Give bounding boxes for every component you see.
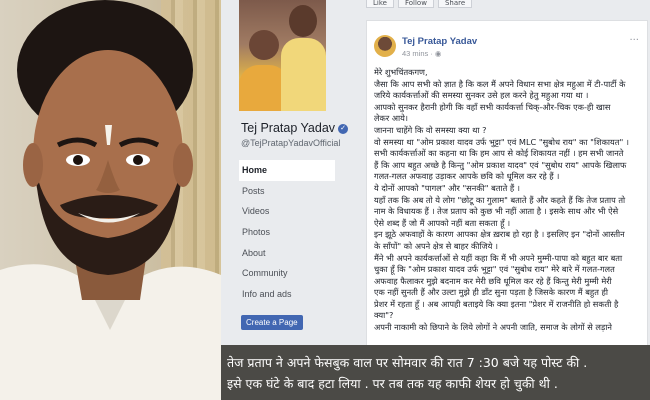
post-line: जानना चाहेंगे कि वो समस्या क्या था ? [374, 124, 487, 135]
news-caption: तेज प्रताप ने अपने फेसबुक वाल पर सोमवार … [221, 345, 650, 400]
post-line: जैसा कि आप सभी को ज्ञात है कि कल मैं अपन… [374, 78, 626, 89]
post-line: इन झूठे अफवाहों के कारण आपका क्षेत्र ख़र… [374, 229, 625, 240]
page-title[interactable]: Tej Pratap Yadav ✓ [241, 121, 349, 135]
post-line: चुका हूँ कि "ओम प्रकाश यादव उर्फ भुट्टा"… [374, 264, 615, 275]
portrait-photo [0, 0, 221, 400]
post-line: क्या"? [374, 310, 394, 321]
post-line: नाम के विधायक हैं । तेज प्रताप को कुछ भी… [374, 206, 619, 217]
share-button[interactable]: Share [437, 0, 473, 8]
more-options-icon[interactable]: ··· [629, 35, 639, 46]
post-line: गलत-गलत अफवाह उड़ाकर आपके छवि को धूमिल क… [374, 171, 560, 182]
nav-item-home[interactable]: Home [239, 160, 335, 181]
nav-item-posts[interactable]: Posts [239, 181, 335, 202]
post-line: वो समस्या था "ओम प्रकाश यादव उर्फ भुट्टा… [374, 136, 629, 147]
post-line: आपको सुनकर हैरानी होगी कि वहाँ सभी कार्य… [374, 101, 611, 112]
post-line: जरिये कार्यकर्त्ताओं की समस्या सुनकर उसे… [374, 90, 589, 101]
follow-button[interactable]: Follow [397, 0, 434, 8]
verified-badge-icon: ✓ [338, 123, 349, 134]
nav-item-photos[interactable]: Photos [239, 222, 335, 243]
page-action-bar: Like Follow Share [366, 0, 473, 8]
page-name-text[interactable]: Tej Pratap Yadav [241, 121, 335, 135]
avatar[interactable] [374, 35, 396, 57]
post-line: प्रेशर में रहता हूँ । अब आपही बताइये कि … [374, 298, 619, 309]
post-card: Tej Pratap Yadav 43 mins · ◉ ··· मेरे शु… [366, 20, 648, 345]
nav-item-community[interactable]: Community [239, 263, 335, 284]
post-line: ये दोनों आपको "पागल" और "सनकी" बताते हैं… [374, 182, 520, 193]
page-nav: Home Posts Videos Photos About Community… [239, 160, 335, 305]
cover-photo [239, 0, 326, 111]
post-line: एक नहीं सुनती हैं और उल्टा मुझे ही डाँट … [374, 287, 609, 298]
post-line: मेरे शुभचिंतकगण, [374, 67, 428, 77]
post-line: हैं कि आप बहुत अच्छे है किन्तु "ओम प्रका… [374, 159, 627, 170]
caption-line: तेज प्रताप ने अपने फेसबुक वाल पर सोमवार … [227, 355, 588, 370]
post-line: सभी कार्यकर्त्ताओं का कहना था कि हम आप स… [374, 148, 624, 159]
post-line: अपनी नाकामी को छिपाने के लिये लोगों ने अ… [374, 322, 612, 333]
caption-line: इसे एक घंटे के बाद हटा लिया . पर तब तक य… [227, 376, 558, 391]
like-page-button[interactable]: Like [366, 0, 394, 8]
post-line: मैंने भी अपने कार्यकर्त्ताओं से यहीं कहा… [374, 252, 623, 263]
nav-item-videos[interactable]: Videos [239, 201, 335, 222]
nav-item-info-and-ads[interactable]: Info and ads [239, 284, 335, 305]
facebook-page: Like Follow Share Tej Pratap Yadav ✓ @Tej… [221, 0, 650, 345]
post-body: मेरे शुभचिंतकगण, जैसा कि आप सभी को ज्ञात… [374, 67, 642, 334]
nav-item-about[interactable]: About [239, 243, 335, 264]
page-handle[interactable]: @TejPratapYadavOfficial [241, 138, 340, 148]
post-line: यहाँ तक कि अब तो ये लोग "छोटू का गुलाम" … [374, 194, 626, 205]
post-line: अफवाह फैलाकर मुझे बदनाम कर मेरी छवि धूमि… [374, 275, 612, 286]
post-timestamp[interactable]: 43 mins · ◉ [402, 49, 441, 58]
create-page-button[interactable]: Create a Page [241, 315, 303, 330]
post-line: ऐसे शब्द हैं जो मैं आपको नहीं बता सकता ह… [374, 217, 511, 228]
post-author[interactable]: Tej Pratap Yadav [402, 36, 477, 47]
post-line: लेकर आये। [374, 113, 409, 124]
portrait-illustration [0, 0, 221, 400]
post-line: के साँपों" को अपने क्षेत्र से बाहर कीजिय… [374, 240, 499, 251]
